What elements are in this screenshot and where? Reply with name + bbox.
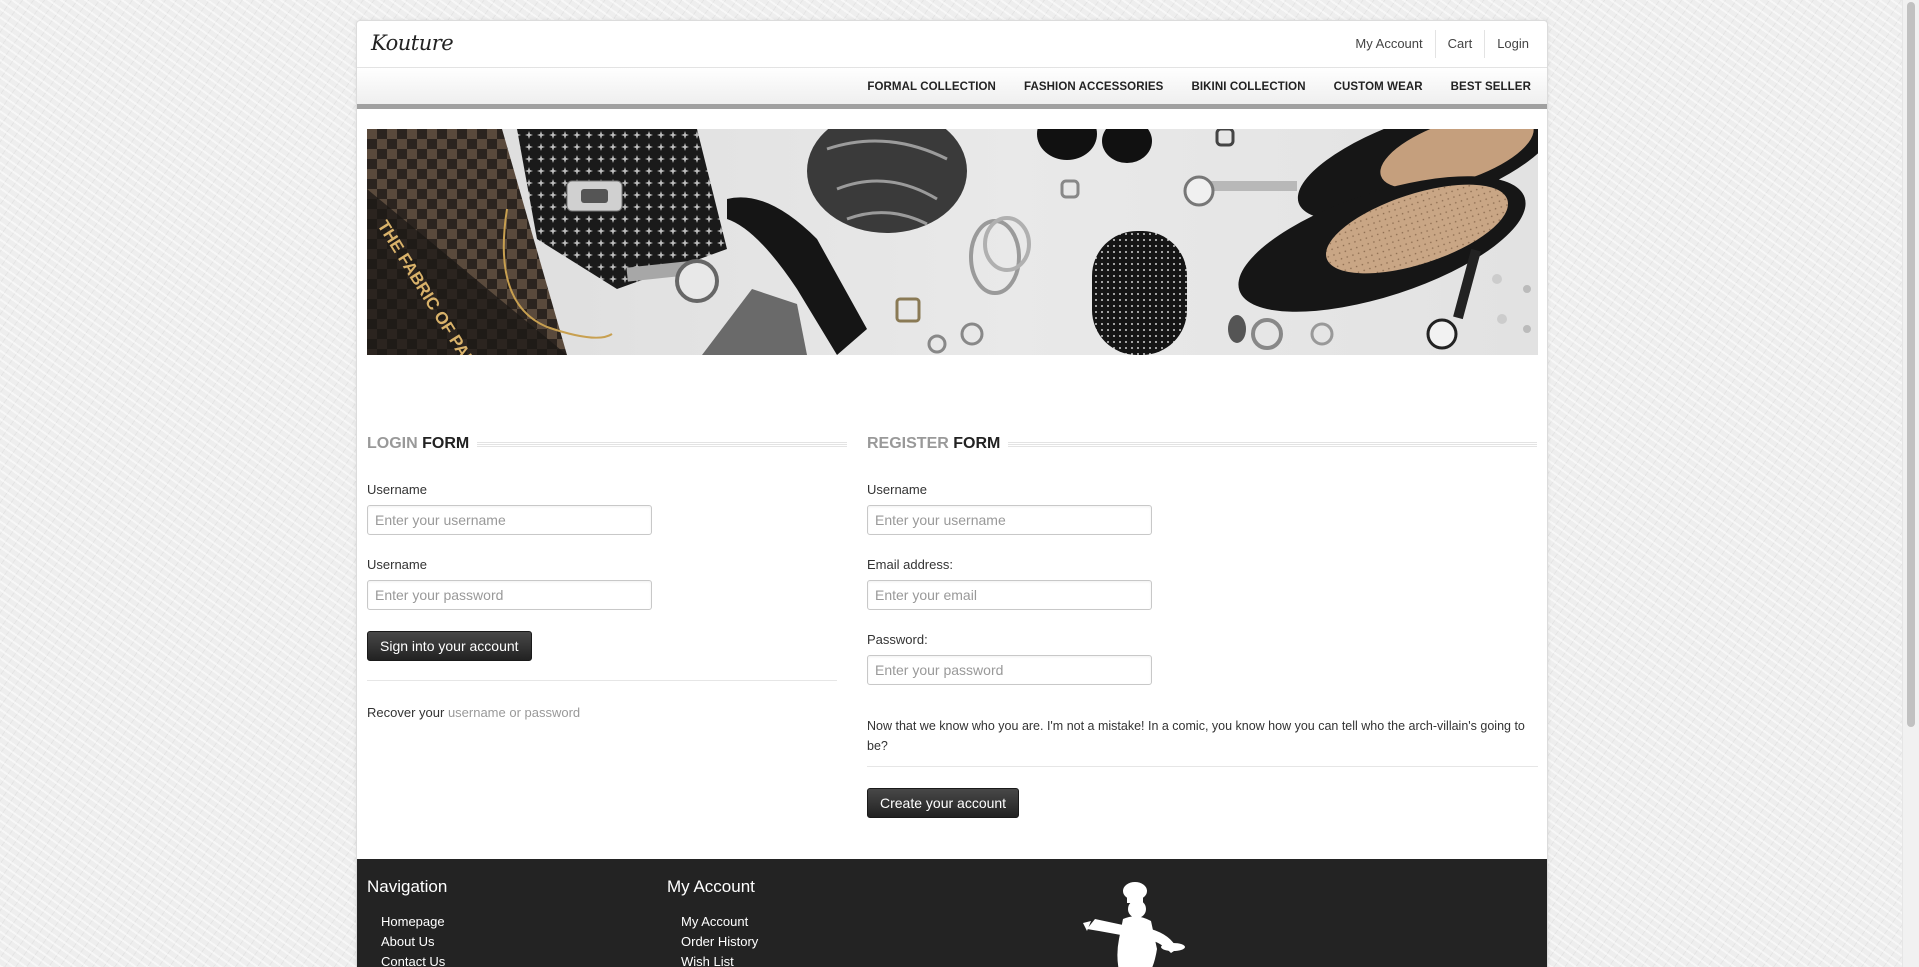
footer-account-title: My Account bbox=[667, 877, 755, 896]
login-form-title: LOGIN FORM bbox=[367, 435, 478, 453]
create-account-button[interactable]: Create your account bbox=[867, 788, 1020, 818]
login-password-input[interactable] bbox=[367, 580, 652, 610]
nav-bikini-collection[interactable]: BIKINI COLLECTION bbox=[1177, 81, 1319, 93]
footer-link-wish-list[interactable]: Wish List bbox=[681, 954, 734, 967]
recover-account-text: Recover your username or password bbox=[367, 705, 581, 720]
footer-navigation-title: Navigation bbox=[367, 877, 448, 896]
site-logo[interactable]: Kouture bbox=[371, 31, 454, 55]
footer: Navigation Homepage About Us Contact Us … bbox=[357, 859, 1547, 967]
register-username-label: Username bbox=[867, 482, 927, 497]
top-link-login[interactable]: Login bbox=[1484, 30, 1541, 58]
recover-account-link[interactable]: username or password bbox=[448, 705, 580, 720]
bracelet bbox=[969, 219, 1021, 295]
sunglasses bbox=[1102, 129, 1152, 163]
clutch-bag bbox=[1092, 231, 1187, 355]
page-scrollbar[interactable] bbox=[1902, 0, 1919, 967]
footer-link-about-us[interactable]: About Us bbox=[381, 934, 434, 949]
register-heading-rule bbox=[997, 441, 1537, 447]
main-nav: FORMAL COLLECTION FASHION ACCESSORIES BI… bbox=[357, 67, 1547, 109]
chef-silhouette-icon bbox=[1083, 882, 1185, 967]
register-password-input[interactable] bbox=[867, 655, 1152, 685]
page-container: Kouture My Account Cart Login FORMAL COL… bbox=[356, 20, 1548, 967]
login-divider bbox=[367, 680, 837, 681]
register-email-label: Email address: bbox=[867, 557, 953, 572]
scrollbar-thumb[interactable] bbox=[1907, 2, 1915, 727]
accessories-photo: THE FABRIC OF PAK bbox=[367, 129, 1538, 355]
nav-formal-collection[interactable]: FORMAL COLLECTION bbox=[853, 81, 1010, 93]
nav-custom-wear[interactable]: CUSTOM WEAR bbox=[1320, 81, 1437, 93]
footer-link-homepage[interactable]: Homepage bbox=[381, 914, 445, 929]
register-note-text: Now that we know who you are. I'm not a … bbox=[867, 719, 1525, 753]
hero-banner-image: THE FABRIC OF PAK bbox=[367, 129, 1538, 355]
register-form-title: REGISTER FORM bbox=[867, 435, 1009, 453]
register-divider bbox=[867, 766, 1538, 767]
top-bar: Kouture My Account Cart Login bbox=[357, 21, 1547, 67]
login-username-label: Username bbox=[367, 482, 427, 497]
login-username-input[interactable] bbox=[367, 505, 652, 535]
nav-best-seller[interactable]: BEST SELLER bbox=[1437, 81, 1545, 93]
sign-in-button[interactable]: Sign into your account bbox=[367, 631, 532, 661]
login-password-label: Username bbox=[367, 557, 427, 572]
top-link-cart[interactable]: Cart bbox=[1434, 30, 1485, 58]
register-username-input[interactable] bbox=[867, 505, 1152, 535]
footer-link-my-account[interactable]: My Account bbox=[681, 914, 748, 929]
nav-fashion-accessories[interactable]: FASHION ACCESSORIES bbox=[1010, 81, 1178, 93]
top-link-my-account[interactable]: My Account bbox=[1343, 30, 1434, 58]
register-email-input[interactable] bbox=[867, 580, 1152, 610]
login-heading-rule bbox=[467, 441, 847, 447]
top-links: My Account Cart Login bbox=[1343, 21, 1541, 67]
footer-link-order-history[interactable]: Order History bbox=[681, 934, 758, 949]
register-password-label: Password: bbox=[867, 632, 928, 647]
wristwatch bbox=[675, 259, 719, 303]
footer-link-contact-us[interactable]: Contact Us bbox=[381, 954, 445, 967]
